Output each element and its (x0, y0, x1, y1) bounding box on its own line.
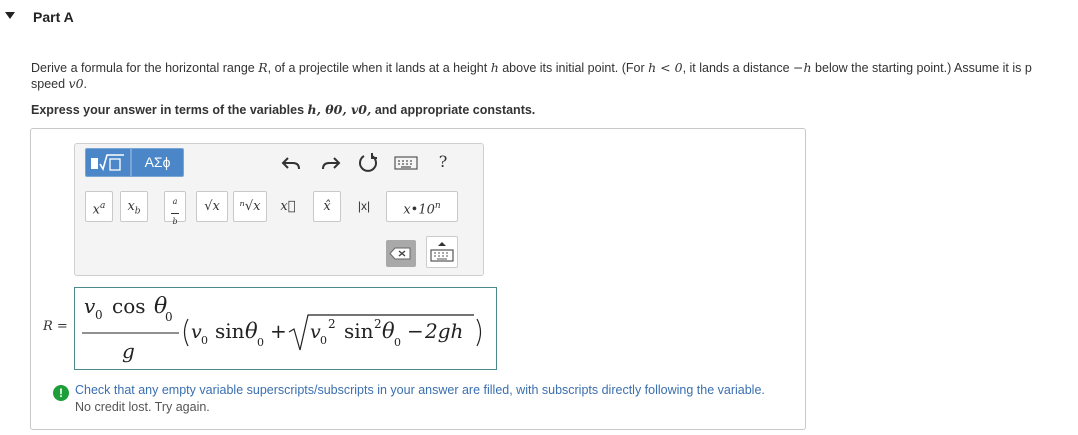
sqrt-v-sub: 0 (320, 334, 327, 347)
redo-icon[interactable] (319, 152, 341, 174)
num-theta-sub: 0 (165, 310, 173, 324)
var-R: R (258, 60, 268, 75)
sqrt-button[interactable]: √x (196, 191, 228, 222)
neg-h: −h (793, 60, 812, 75)
help-button[interactable]: ? (434, 152, 452, 174)
keyboard-icon (430, 242, 454, 262)
theta-term-sub: 0 (257, 336, 264, 349)
denominator-g: g (122, 339, 135, 363)
sqrt-v-sup: 2 (328, 317, 336, 331)
sqrt-sin: sin (344, 319, 374, 343)
var-h: h (490, 60, 499, 75)
greek-symbols-button[interactable]: ΑΣϕ (131, 148, 184, 177)
feedback-note: No credit lost. Try again. (75, 400, 210, 414)
templates-button[interactable] (85, 148, 131, 177)
part-title[interactable]: Part A (33, 9, 74, 25)
num-cos: cos (112, 294, 146, 318)
template-sqrt-icon (91, 154, 124, 171)
subscript-button[interactable]: xb (120, 191, 148, 222)
instruction-vars: h, θ0, v0, (307, 102, 372, 117)
undo-icon[interactable] (281, 152, 303, 174)
scientific-notation-button[interactable]: x•10n (386, 191, 458, 222)
answer-expression: v 0 cos θ 0 g v 0 sin θ 0 + v 0 2 sin 2 … (82, 294, 482, 363)
nth-root-button[interactable]: ⁿ√x (233, 191, 267, 222)
v-term-sub: 0 (201, 334, 208, 347)
warning-icon: ! (53, 385, 69, 401)
answer-label: R = (43, 319, 68, 334)
question-text: Derive a formula for the horizontal rang… (31, 60, 1032, 91)
absolute-value-button[interactable]: |x| (350, 191, 378, 222)
feedback-message: Check that any empty variable superscrip… (75, 383, 765, 397)
superscript-button[interactable]: xa (85, 191, 113, 222)
keyboard-toggle-button[interactable] (426, 236, 458, 268)
reset-icon[interactable] (356, 151, 380, 175)
var-v0: v0 (68, 76, 84, 91)
answer-instruction: Express your answer in terms of the vari… (31, 102, 536, 117)
answer-input[interactable]: v 0 cos θ 0 g v 0 sin θ 0 + v 0 2 sin 2 … (74, 287, 497, 370)
keyboard-shortcuts-icon[interactable] (394, 155, 418, 171)
fraction-button[interactable]: ab (164, 191, 186, 226)
sqrt-theta-sub: 0 (394, 336, 401, 349)
sin-term: sin (215, 319, 245, 343)
minus-sign: − (407, 319, 424, 343)
backspace-button[interactable] (386, 240, 416, 267)
condition: h < 0 (648, 60, 683, 75)
two-gh: 2gh (424, 319, 463, 343)
backspace-icon (389, 247, 411, 260)
num-v-sub: 0 (95, 308, 103, 322)
unit-vector-button[interactable]: x̂ (313, 191, 341, 222)
sqrt-sin-sup: 2 (374, 317, 382, 331)
plus-sign: + (270, 319, 287, 343)
collapse-triangle-icon[interactable] (5, 12, 15, 19)
vector-button[interactable]: x⃗ (275, 191, 301, 222)
